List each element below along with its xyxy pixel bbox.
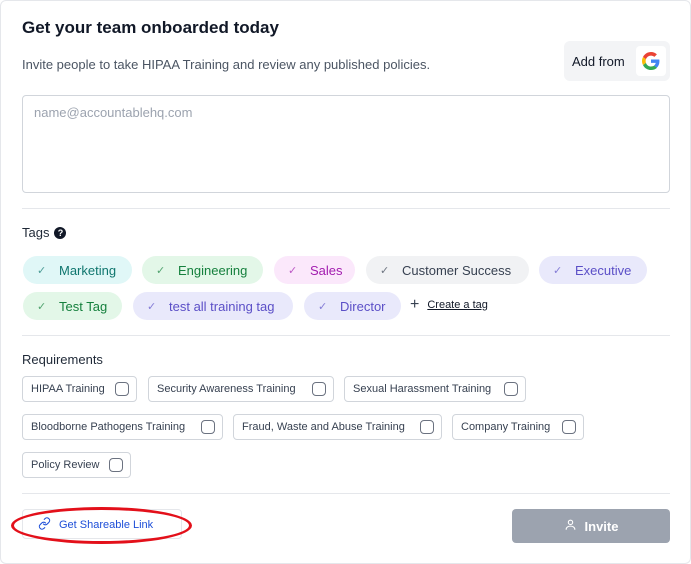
tag-label: Customer Success: [402, 262, 512, 278]
requirement-label: Fraud, Waste and Abuse Training: [242, 421, 405, 433]
tag-marketing[interactable]: ✓ Marketing: [23, 256, 132, 284]
user-icon: [564, 518, 577, 534]
requirement-label: Security Awareness Training: [157, 383, 296, 395]
tag-label: Executive: [575, 262, 632, 278]
requirements-label: Requirements: [22, 352, 103, 367]
tag-engineering[interactable]: ✓ Engineering: [142, 256, 263, 284]
page-title: Get your team onboarded today: [22, 18, 279, 37]
requirement-company-training[interactable]: Company Training: [452, 414, 584, 440]
tag-executive[interactable]: ✓ Executive: [539, 256, 647, 284]
requirement-checkbox[interactable]: [115, 382, 129, 396]
tag-label: Engineering: [178, 262, 248, 278]
tag-customer-success[interactable]: ✓ Customer Success: [366, 256, 529, 284]
requirement-hipaa-training[interactable]: HIPAA Training: [22, 376, 137, 402]
tags-label: Tags ?: [22, 225, 67, 240]
requirement-fraud-waste-abuse-training[interactable]: Fraud, Waste and Abuse Training: [233, 414, 442, 440]
check-icon: ✓: [318, 300, 328, 313]
tag-sales[interactable]: ✓ Sales: [274, 256, 355, 284]
requirement-label: Company Training: [461, 421, 551, 433]
tags-label-text: Tags: [22, 225, 50, 240]
check-icon: ✓: [156, 264, 166, 277]
requirement-label: Sexual Harassment Training: [353, 383, 492, 395]
tag-label: Sales: [310, 262, 343, 278]
invite-button[interactable]: Invite: [512, 509, 670, 543]
divider: [22, 493, 670, 494]
divider: [22, 208, 670, 209]
requirement-policy-review[interactable]: Policy Review: [22, 452, 131, 478]
requirement-checkbox[interactable]: [420, 420, 434, 434]
check-icon: ✓: [288, 264, 298, 277]
requirement-label: Policy Review: [31, 459, 100, 471]
plus-icon: +: [410, 296, 420, 313]
check-icon: ✓: [380, 264, 390, 277]
add-from-label: Add from: [572, 53, 625, 69]
check-icon: ✓: [147, 300, 157, 313]
tag-test-tag[interactable]: ✓ Test Tag: [23, 292, 122, 320]
annotation-ellipse: [11, 507, 192, 544]
requirement-checkbox[interactable]: [562, 420, 576, 434]
email-input[interactable]: [22, 95, 670, 193]
check-icon: ✓: [553, 264, 563, 277]
tag-label: Test Tag: [59, 298, 108, 314]
tag-test-all-training-tag[interactable]: ✓ test all training tag: [133, 292, 293, 320]
page-subtitle: Invite people to take HIPAA Training and…: [22, 57, 431, 72]
tag-director[interactable]: ✓ Director: [304, 292, 401, 320]
requirement-checkbox[interactable]: [201, 420, 215, 434]
invite-label: Invite: [584, 518, 619, 534]
question-circle-icon[interactable]: ?: [54, 226, 67, 239]
create-tag-label: Create a tag: [427, 299, 488, 311]
add-from-google-button[interactable]: Add from: [564, 41, 670, 81]
create-tag-link[interactable]: + Create a tag: [410, 297, 488, 313]
requirement-checkbox[interactable]: [504, 382, 518, 396]
requirement-checkbox[interactable]: [312, 382, 326, 396]
requirement-label: HIPAA Training: [31, 383, 105, 395]
requirement-checkbox[interactable]: [109, 458, 123, 472]
requirement-label: Bloodborne Pathogens Training: [31, 421, 186, 433]
check-icon: ✓: [37, 300, 47, 313]
onboarding-card: Get your team onboarded today Invite peo…: [0, 0, 691, 564]
requirement-sexual-harassment-training[interactable]: Sexual Harassment Training: [344, 376, 526, 402]
requirement-bloodborne-pathogens-training[interactable]: Bloodborne Pathogens Training: [22, 414, 223, 440]
divider: [22, 335, 670, 336]
google-icon: [636, 46, 666, 76]
tag-label: Director: [340, 298, 386, 314]
tag-label: Marketing: [59, 262, 117, 278]
check-icon: ✓: [37, 264, 47, 277]
tag-label: test all training tag: [169, 298, 275, 314]
requirement-security-awareness-training[interactable]: Security Awareness Training: [148, 376, 334, 402]
